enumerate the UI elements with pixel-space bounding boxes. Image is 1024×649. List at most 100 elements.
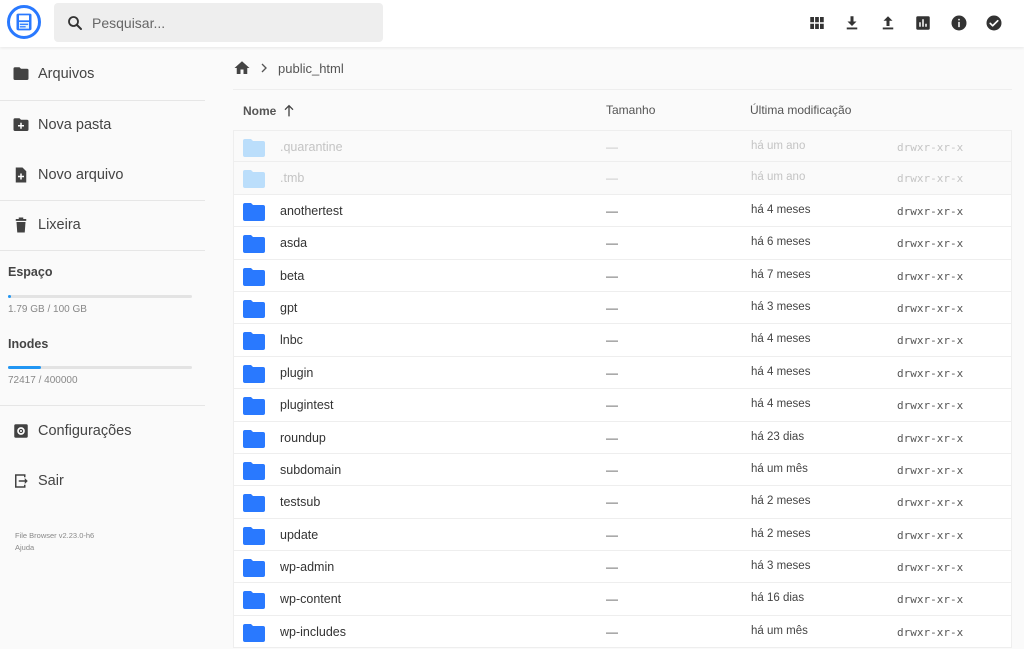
file-modified: há 7 meses — [751, 268, 811, 281]
info-chart-button[interactable] — [906, 9, 942, 37]
sidebar-item-label: Novo arquivo — [38, 167, 124, 183]
file-permissions: drwxr-xr-x — [897, 561, 964, 575]
search-box[interactable] — [54, 3, 383, 42]
file-name: anothertest — [280, 203, 343, 218]
select-icon — [986, 15, 1002, 31]
file-modified: há 3 meses — [751, 560, 811, 573]
logout-icon — [11, 471, 31, 491]
folder-icon — [243, 494, 265, 513]
file-modified: há 2 meses — [751, 495, 811, 508]
app-logo[interactable] — [7, 5, 41, 39]
sidebar-item-new-folder[interactable]: Nova pasta — [0, 100, 205, 150]
breadcrumb-public-html[interactable]: public_html — [278, 61, 344, 76]
file-permissions: drwxr-xr-x — [897, 334, 964, 348]
sidebar-item-settings[interactable]: Configurações — [0, 406, 205, 456]
file-modified: há 4 meses — [751, 333, 811, 346]
folder-icon — [243, 170, 265, 189]
file-modified: há um ano — [751, 140, 806, 152]
info-chart-icon — [916, 16, 930, 30]
column-name-label: Nome — [243, 104, 277, 118]
file-permissions: drwxr-xr-x — [897, 269, 964, 283]
file-row[interactable]: testsub — há 2 meses drwxr-xr-x — [233, 486, 1012, 519]
file-row[interactable]: plugintest — há 4 meses drwxr-xr-x — [233, 389, 1012, 422]
file-row[interactable]: asda — há 6 meses drwxr-xr-x — [233, 227, 1012, 260]
file-row[interactable]: wp-includes — há um mês drwxr-xr-x — [233, 615, 1012, 649]
folder-icon — [243, 267, 265, 286]
file-size: — — [606, 171, 618, 186]
file-permissions: drwxr-xr-x — [897, 237, 964, 251]
folder-icon — [243, 397, 265, 416]
upload-button[interactable] — [870, 9, 906, 37]
file-size: — — [606, 203, 618, 218]
file-row[interactable]: anothertest — há 4 meses drwxr-xr-x — [233, 194, 1012, 228]
file-permissions: drwxr-xr-x — [897, 431, 964, 445]
folder-icon — [243, 429, 265, 448]
file-row[interactable]: .quarantine — há um ano drwxr-xr-x — [233, 130, 1012, 163]
file-size: — — [606, 365, 618, 380]
column-size-header[interactable]: Tamanho — [606, 103, 655, 117]
file-row[interactable]: wp-admin — há 3 meses drwxr-xr-x — [233, 551, 1012, 584]
file-row[interactable]: lnbc — há 4 meses drwxr-xr-x — [233, 324, 1012, 357]
file-row[interactable]: gpt — há 3 meses drwxr-xr-x — [233, 291, 1012, 325]
sidebar-item-label: Arquivos — [38, 66, 95, 82]
file-rows: .quarantine — há um ano drwxr-xr-x .tmb … — [233, 130, 1012, 649]
sidebar-item-new-file[interactable]: Novo arquivo — [0, 150, 205, 200]
folder-icon — [243, 526, 265, 545]
search-input[interactable] — [92, 14, 352, 31]
file-row[interactable]: .tmb — há um ano drwxr-xr-x — [233, 162, 1012, 195]
download-button[interactable] — [835, 9, 871, 37]
folder-icon — [243, 364, 265, 383]
folder-icon — [243, 299, 265, 318]
divider — [0, 250, 205, 251]
column-modified-header[interactable]: Última modificação — [750, 103, 851, 117]
info-button[interactable] — [941, 9, 977, 37]
info-icon — [951, 15, 967, 31]
file-row[interactable]: subdomain — há um mês drwxr-xr-x — [233, 453, 1012, 487]
file-size: — — [606, 462, 618, 477]
file-modified: há 2 meses — [751, 527, 811, 540]
space-title: Espaço — [8, 265, 53, 279]
column-name-header[interactable]: Nome — [243, 103, 297, 119]
file-permissions: drwxr-xr-x — [897, 496, 964, 510]
chevron-right-icon — [261, 63, 267, 73]
home-icon[interactable] — [233, 59, 251, 77]
select-button[interactable] — [977, 9, 1013, 37]
sidebar-item-files[interactable]: Arquivos — [0, 49, 205, 99]
sidebar-item-label: Lixeira — [38, 217, 81, 233]
sidebar-item-trash[interactable]: Lixeira — [0, 200, 205, 250]
file-row[interactable]: wp-content — há 16 dias drwxr-xr-x — [233, 583, 1012, 616]
file-permissions: drwxr-xr-x — [897, 301, 964, 315]
file-name: wp-content — [280, 592, 342, 607]
top-bar — [0, 0, 1024, 47]
sidebar-item-logout[interactable]: Sair — [0, 456, 205, 506]
download-icon — [847, 16, 858, 30]
file-modified: há 23 dias — [751, 430, 805, 443]
file-row[interactable]: roundup — há 23 dias drwxr-xr-x — [233, 421, 1012, 454]
file-row[interactable]: update — há 2 meses drwxr-xr-x — [233, 518, 1012, 552]
file-size: — — [606, 560, 618, 575]
file-modified: há um mês — [751, 462, 808, 475]
file-row[interactable]: beta — há 7 meses drwxr-xr-x — [233, 259, 1012, 292]
grid-view-icon — [810, 17, 824, 29]
file-name: plugin — [280, 365, 314, 380]
sidebar-item-label: Sair — [38, 473, 64, 489]
new-file-icon — [11, 165, 31, 185]
grid-view-button[interactable] — [799, 9, 835, 37]
file-name: testsub — [280, 495, 321, 510]
file-row[interactable]: plugin — há 4 meses drwxr-xr-x — [233, 356, 1012, 390]
help-link[interactable]: Ajuda — [15, 542, 94, 554]
file-permissions: drwxr-xr-x — [897, 593, 964, 607]
breadcrumb: public_html — [233, 58, 344, 78]
file-modified: há 4 meses — [751, 203, 811, 216]
space-progress-fill — [8, 295, 12, 298]
file-listing: Nome Tamanho Última modificação .quarant… — [233, 89, 1012, 649]
file-size: — — [606, 592, 618, 607]
folder-icon — [243, 235, 265, 254]
file-size: — — [606, 527, 618, 542]
version-link[interactable]: File Browser v2.23.0-h6 — [15, 530, 94, 542]
inodes-title: Inodes — [8, 337, 49, 351]
file-name: gpt — [280, 300, 298, 315]
file-permissions: drwxr-xr-x — [897, 141, 964, 154]
file-name: .tmb — [280, 171, 305, 186]
file-size: — — [606, 430, 618, 445]
